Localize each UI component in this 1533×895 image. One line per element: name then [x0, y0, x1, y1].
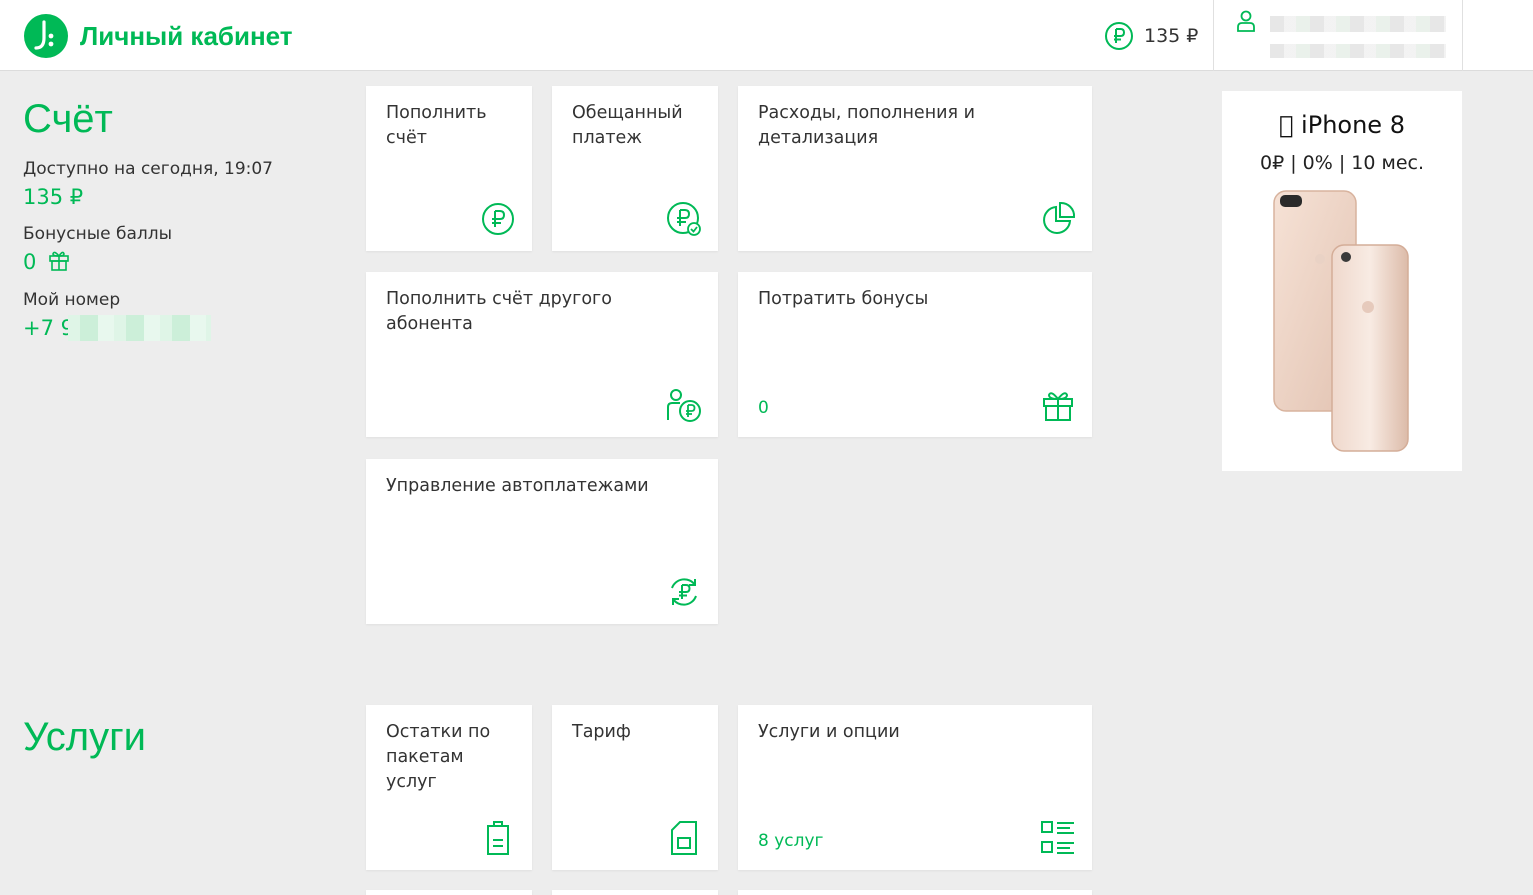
tile-label: Услуги и опции — [758, 722, 900, 742]
available-value: 135 ₽ — [23, 185, 84, 209]
battery-icon — [487, 821, 509, 855]
redacted-phone-number — [68, 315, 211, 341]
services-options-tile[interactable]: Услуги и опции 8 услуг — [738, 705, 1092, 870]
ruble-circle-icon[interactable] — [1104, 21, 1134, 51]
redacted-user-name — [1270, 16, 1446, 32]
promo-terms: 0₽ | 0% | 10 мес. — [1259, 152, 1424, 174]
megafon-logo-icon[interactable] — [24, 14, 68, 58]
ruble-check-icon — [667, 202, 701, 236]
promo-title:  iPhone 8 — [1279, 111, 1405, 139]
top-header: Личный кабинет 135 ₽ — [0, 0, 1533, 71]
tariff-tile[interactable]: Тариф — [552, 705, 718, 870]
package-balances-tile[interactable]: Остатки по пакетам услуг — [366, 705, 532, 870]
app-title[interactable]: Личный кабинет — [80, 21, 293, 52]
top-up-other-tile[interactable]: Пополнить счёт другого абонента — [366, 272, 718, 437]
tile-label: Обещанный платеж — [572, 103, 683, 148]
promised-payment-tile[interactable]: Обещанный платеж — [552, 86, 718, 251]
ruble-circle-icon — [482, 203, 514, 235]
top-up-tile[interactable]: Пополнить счёт — [366, 86, 532, 251]
user-icon — [1237, 10, 1255, 32]
available-label: Доступно на сегодня, 19:07 — [23, 159, 273, 179]
pie-chart-icon — [1043, 201, 1076, 234]
tile-label: Расходы, пополнения и детализация — [758, 103, 975, 148]
expenses-detail-tile[interactable]: Расходы, пополнения и детализация — [738, 86, 1092, 251]
spend-bonuses-tile[interactable]: Потратить бонусы 0 — [738, 272, 1092, 437]
tile-label: Тариф — [572, 722, 631, 742]
bonus-label: Бонусные баллы — [23, 224, 173, 244]
user-menu[interactable] — [1213, 0, 1463, 71]
tile-label: Управление автоплатежами — [386, 476, 649, 496]
tile-label: Пополнить счёт — [386, 103, 487, 148]
services-section-title: Услуги — [23, 715, 147, 759]
autopay-icon — [671, 578, 697, 606]
account-section-title: Счёт — [23, 97, 113, 141]
redacted-user-detail — [1270, 44, 1446, 58]
phone-number-value: +7 9 — [23, 316, 74, 340]
tile-label: Остатки по пакетам услуг — [386, 722, 491, 792]
header-balance[interactable]: 135 ₽ — [1144, 25, 1198, 47]
tile-label: Потратить бонусы — [758, 289, 929, 309]
next-row-tile[interactable] — [552, 890, 718, 895]
autopay-tile[interactable]: Управление автоплатежами — [366, 459, 718, 624]
tile-label: Пополнить счёт другого абонента — [386, 289, 612, 334]
services-count: 8 услуг — [758, 831, 824, 851]
sim-card-icon — [671, 821, 697, 855]
iphone-promo-banner[interactable]:  iPhone 8 0₽ | 0% | 10 мес. — [1222, 91, 1462, 471]
person-ruble-icon — [667, 389, 701, 422]
next-row-tile[interactable] — [366, 890, 532, 895]
gift-icon — [1043, 392, 1073, 421]
bonus-value: 0 — [23, 250, 37, 274]
number-label: Мой номер — [23, 290, 121, 310]
gift-icon — [49, 251, 69, 271]
options-list-icon — [1041, 821, 1074, 854]
iphone-image — [1273, 190, 1409, 452]
bonus-count: 0 — [758, 398, 769, 418]
next-row-tile[interactable] — [738, 890, 1092, 895]
